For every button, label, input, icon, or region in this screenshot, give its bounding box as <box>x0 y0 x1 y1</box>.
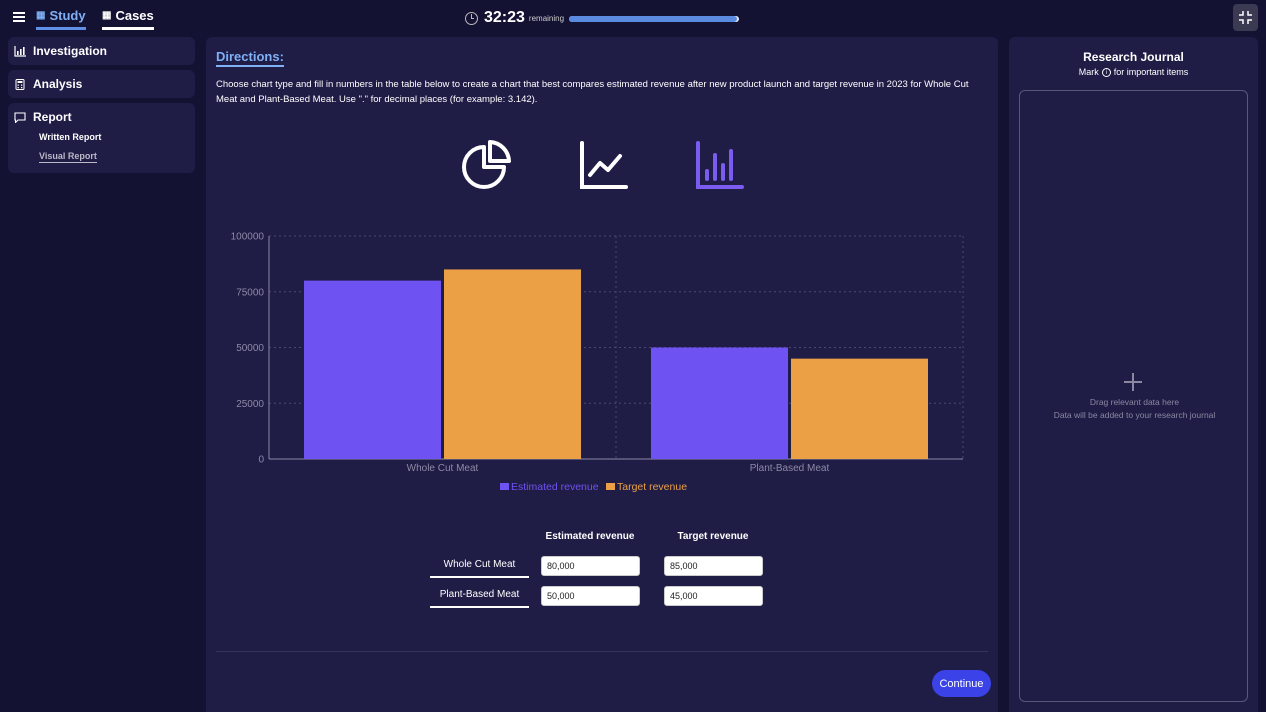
tab-cases-label: Cases <box>115 8 154 23</box>
y-tick-label: 0 <box>258 455 264 466</box>
collapse-icon <box>1239 11 1252 24</box>
timer-label: remaining <box>528 13 565 23</box>
research-journal: Research Journal Mark i for important it… <box>1009 37 1258 712</box>
legend-label: Estimated revenue <box>511 481 599 493</box>
tab-study[interactable]: ▦ Study <box>36 8 86 30</box>
calendar-icon: ▦ <box>36 10 46 21</box>
menu-icon[interactable] <box>13 12 25 22</box>
sidebar-subitem-written-report[interactable]: Written Report <box>39 132 195 142</box>
y-tick-label: 75000 <box>236 287 264 298</box>
sidebar-item-label: Investigation <box>33 44 108 58</box>
top-bar: ▦ Study ▦ Cases 32:23 remaining <box>0 0 1266 36</box>
bar <box>651 347 788 459</box>
table-row-label: Plant-Based Meat <box>430 582 529 608</box>
bar-chart: 0 25000 50000 75000 100000 Whole Cut Meat Plan… <box>231 232 964 493</box>
sidebar-item-label: Report <box>33 110 72 124</box>
calendar-icon: ▦ <box>102 10 112 21</box>
timer: 32:23 remaining <box>465 9 564 27</box>
journal-sub-suffix: for important items <box>1113 67 1189 77</box>
dropzone-text: Drag relevant data here <box>1089 397 1180 407</box>
table-row-label: Whole Cut Meat <box>430 552 529 578</box>
sidebar-subitem-visual-report[interactable]: Visual Report <box>39 151 97 163</box>
bar <box>444 269 581 459</box>
time-progress-fill <box>569 16 738 22</box>
sidebar-item-analysis[interactable]: Analysis <box>8 70 195 98</box>
pie-chart-icon <box>462 140 511 189</box>
plant-based-target-input[interactable] <box>664 586 763 606</box>
x-tick-label: Plant-Based Meat <box>750 463 830 474</box>
journal-dropzone[interactable]: Drag relevant data here Data will be add… <box>1019 90 1248 702</box>
table-header-estimated: Estimated revenue <box>545 531 635 542</box>
time-progress-bar <box>569 16 739 22</box>
journal-title: Research Journal <box>1083 50 1184 64</box>
dropzone-subtext: Data will be added to your research jour… <box>1053 410 1216 420</box>
x-tick-label: Whole Cut Meat <box>407 463 479 474</box>
sidebar-item-label: Analysis <box>33 77 83 91</box>
sidebar: Investigation Analysis Report Written Re… <box>8 37 195 178</box>
timer-value: 32:23 <box>484 9 525 26</box>
y-tick-label: 100000 <box>231 232 265 243</box>
calculator-icon <box>15 78 25 90</box>
whole-cut-estimated-input[interactable] <box>541 556 640 576</box>
journal-subtitle: Mark i for important items <box>1009 67 1258 77</box>
main-panel: Directions: Choose chart type and fill i… <box>206 37 998 712</box>
sidebar-item-investigation[interactable]: Investigation <box>8 37 195 65</box>
pie-chart-type-button[interactable] <box>459 139 513 193</box>
legend-label: Target revenue <box>617 481 687 493</box>
bar <box>304 280 441 459</box>
whole-cut-target-input[interactable] <box>664 556 763 576</box>
tab-study-label: Study <box>49 8 86 23</box>
y-tick-label: 50000 <box>236 343 264 354</box>
plant-based-estimated-input[interactable] <box>541 586 640 606</box>
info-icon: i <box>1101 67 1111 77</box>
line-chart-type-button[interactable] <box>576 139 630 193</box>
journal-sub-prefix: Mark <box>1078 67 1099 77</box>
directions-text: Choose chart type and fill in numbers in… <box>216 79 969 105</box>
collapse-button[interactable] <box>1233 4 1258 31</box>
bar-chart-icon <box>14 45 26 57</box>
continue-button[interactable]: Continue <box>932 670 991 697</box>
legend-swatch <box>500 483 509 490</box>
table-header-target: Target revenue <box>677 531 749 542</box>
tab-cases[interactable]: ▦ Cases <box>102 8 154 30</box>
plus-icon <box>1124 373 1142 391</box>
legend-swatch <box>606 483 615 490</box>
clock-icon <box>465 11 478 25</box>
y-tick-label: 25000 <box>236 399 264 410</box>
sidebar-item-report[interactable]: Report Written Report Visual Report <box>8 103 195 173</box>
bar-chart-type-button[interactable] <box>693 139 747 193</box>
directions-title: Directions: <box>216 49 284 67</box>
bar-chart-icon <box>696 141 744 189</box>
chat-icon <box>14 111 26 123</box>
line-chart-icon <box>580 141 628 189</box>
bar <box>791 358 928 459</box>
divider <box>216 651 988 652</box>
